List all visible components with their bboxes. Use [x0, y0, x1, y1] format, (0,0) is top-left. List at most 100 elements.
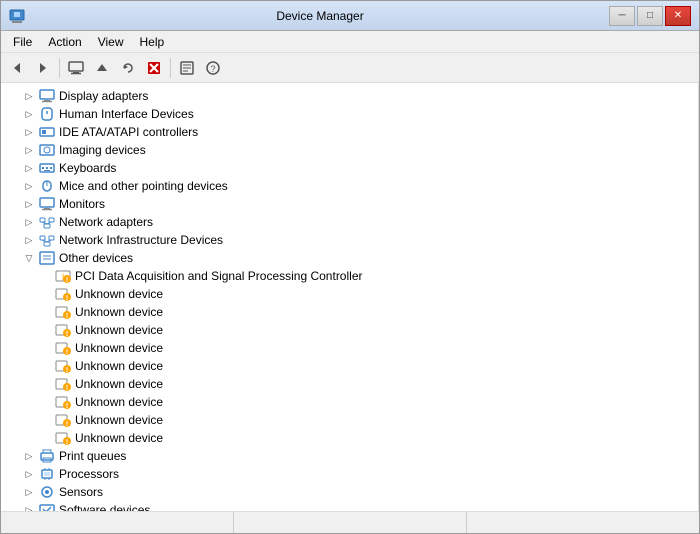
device-manager-window: Device Manager ─ □ ✕ File Action View He…	[0, 0, 700, 534]
device-icon	[39, 160, 55, 176]
window-controls: ─ □ ✕	[609, 6, 691, 26]
warning-device-icon: !	[55, 322, 71, 338]
tree-item-label: Unknown device	[75, 395, 163, 409]
tree-item-label: Unknown device	[75, 431, 163, 445]
tree-item-pci[interactable]: ▷ ! ! PCI Data Acquisition and Signal Pr…	[1, 267, 698, 285]
back-button[interactable]	[5, 56, 29, 80]
minimize-button[interactable]: ─	[609, 6, 635, 26]
tree-item-label: Unknown device	[75, 287, 163, 301]
tree-item-other-devices[interactable]: ▽ Other devices	[1, 249, 698, 267]
expand-icon: ▷	[21, 466, 37, 482]
tree-item-label: Processors	[59, 467, 119, 481]
device-tree[interactable]: ▷ Display adapters ▷ Human Interface Dev…	[1, 83, 699, 511]
svg-text:!: !	[66, 295, 68, 301]
svg-text:!: !	[66, 331, 68, 337]
tree-item-network[interactable]: ▷ Network adapters	[1, 213, 698, 231]
device-icon	[39, 250, 55, 266]
svg-text:!: !	[66, 367, 68, 373]
menu-help[interactable]: Help	[132, 33, 173, 51]
tree-item-ide[interactable]: ▷ IDE ATA/ATAPI controllers	[1, 123, 698, 141]
expand-icon: ▷	[21, 106, 37, 122]
status-section-2	[234, 512, 467, 533]
app-icon	[9, 8, 25, 24]
tree-item-label: Software devices	[59, 503, 150, 511]
close-button[interactable]: ✕	[665, 6, 691, 26]
tree-item-print-queues[interactable]: ▷ Print queues	[1, 447, 698, 465]
warning-device-icon: !	[55, 340, 71, 356]
menu-action[interactable]: Action	[40, 33, 89, 51]
status-section-1	[1, 512, 234, 533]
warning-device-icon: ! !	[55, 268, 71, 284]
window-title: Device Manager	[31, 9, 609, 23]
tree-item-label: IDE ATA/ATAPI controllers	[59, 125, 198, 139]
tree-item-label: Print queues	[59, 449, 126, 463]
tree-item-label: Mice and other pointing devices	[59, 179, 228, 193]
menu-file[interactable]: File	[5, 33, 40, 51]
tree-item-unknown-7[interactable]: ▷ ! Unknown device	[1, 393, 698, 411]
tree-item-label: Keyboards	[59, 161, 116, 175]
status-bar	[1, 511, 699, 533]
tree-item-unknown-4[interactable]: ▷ ! Unknown device	[1, 339, 698, 357]
tree-item-label: Unknown device	[75, 377, 163, 391]
refresh-button[interactable]	[116, 56, 140, 80]
tree-item-unknown-9[interactable]: ▷ ! Unknown device	[1, 429, 698, 447]
expand-icon: ▷	[21, 214, 37, 230]
tree-item-software-devices[interactable]: ▷ Software devices	[1, 501, 698, 511]
tree-item-unknown-6[interactable]: ▷ ! Unknown device	[1, 375, 698, 393]
tree-item-monitors[interactable]: ▷ Monitors	[1, 195, 698, 213]
device-icon	[39, 232, 55, 248]
tree-item-label: Monitors	[59, 197, 105, 211]
tree-item-mice[interactable]: ▷ Mice and other pointing devices	[1, 177, 698, 195]
svg-text:!: !	[66, 439, 68, 445]
up-button[interactable]	[90, 56, 114, 80]
expand-icon: ▽	[21, 250, 37, 266]
tree-item-keyboards[interactable]: ▷ Keyboards	[1, 159, 698, 177]
tree-item-unknown-5[interactable]: ▷ ! Unknown device	[1, 357, 698, 375]
forward-button[interactable]	[31, 56, 55, 80]
tree-item-unknown-2[interactable]: ▷ ! Unknown device	[1, 303, 698, 321]
toolbar-separator-2	[170, 58, 171, 78]
device-icon	[39, 106, 55, 122]
toolbar-separator-1	[59, 58, 60, 78]
tree-item-unknown-3[interactable]: ▷ ! Unknown device	[1, 321, 698, 339]
computer-button[interactable]	[64, 56, 88, 80]
device-icon	[39, 502, 55, 511]
tree-item-label: PCI Data Acquisition and Signal Processi…	[75, 269, 362, 283]
tree-item-label: Unknown device	[75, 341, 163, 355]
device-icon	[39, 88, 55, 104]
tree-item-label: Network adapters	[59, 215, 153, 229]
device-icon	[39, 466, 55, 482]
warning-device-icon: !	[55, 304, 71, 320]
svg-text:!: !	[66, 385, 68, 391]
tree-item-label: Unknown device	[75, 359, 163, 373]
warning-device-icon: !	[55, 430, 71, 446]
tree-item-display-adapters[interactable]: ▷ Display adapters	[1, 87, 698, 105]
maximize-button[interactable]: □	[637, 6, 663, 26]
tree-item-unknown-8[interactable]: ▷ ! Unknown device	[1, 411, 698, 429]
tree-item-sensors[interactable]: ▷ Sensors	[1, 483, 698, 501]
warning-device-icon: !	[55, 358, 71, 374]
tree-item-imaging[interactable]: ▷ Imaging devices	[1, 141, 698, 159]
svg-text:!: !	[66, 349, 68, 355]
tree-item-network-infra[interactable]: ▷ Network Infrastructure Devices	[1, 231, 698, 249]
content-area: ▷ Display adapters ▷ Human Interface Dev…	[1, 83, 699, 511]
expand-icon: ▷	[21, 142, 37, 158]
warning-device-icon: !	[55, 412, 71, 428]
tree-item-unknown-1[interactable]: ▷ ! Unknown device	[1, 285, 698, 303]
device-icon	[39, 448, 55, 464]
title-bar: Device Manager ─ □ ✕	[1, 1, 699, 31]
expand-icon: ▷	[21, 160, 37, 176]
device-icon	[39, 178, 55, 194]
properties-button[interactable]	[175, 56, 199, 80]
device-icon	[39, 484, 55, 500]
tree-item-processors[interactable]: ▷ Processors	[1, 465, 698, 483]
tree-item-label: Unknown device	[75, 305, 163, 319]
menu-bar: File Action View Help	[1, 31, 699, 53]
tree-item-label: Display adapters	[59, 89, 148, 103]
help-icon-button[interactable]: ?	[201, 56, 225, 80]
toolbar: ?	[1, 53, 699, 83]
expand-icon: ▷	[21, 124, 37, 140]
tree-item-hid[interactable]: ▷ Human Interface Devices	[1, 105, 698, 123]
menu-view[interactable]: View	[90, 33, 132, 51]
remove-button[interactable]	[142, 56, 166, 80]
